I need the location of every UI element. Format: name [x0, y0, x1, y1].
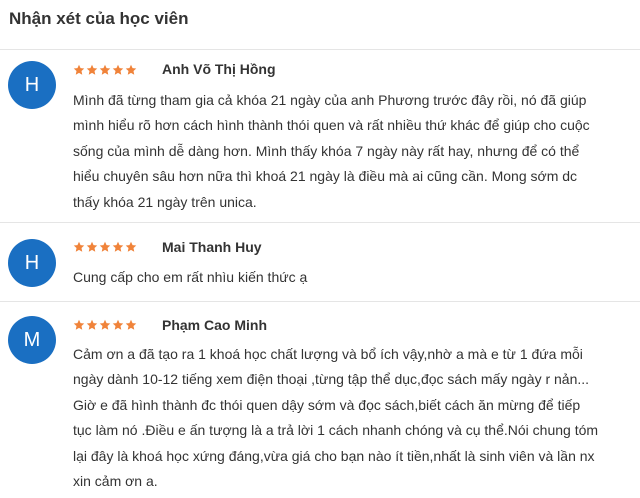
comment-line: lại đây là khoá học xứng đáng,vừa giá ch…	[73, 447, 595, 464]
review-divider	[0, 222, 640, 223]
comment-line: Cung cấp cho em rất nhìu kiến thức ạ	[73, 269, 308, 285]
avatar: M	[8, 316, 56, 364]
section-title: Nhận xét của học viên	[9, 9, 189, 28]
review-comment: Cảm ơn a đã tạo ra 1 khoá học chất lượng…	[73, 342, 613, 494]
star-icon	[86, 241, 98, 252]
comment-line: Cảm ơn a đã tạo ra 1 khoá học chất lượng…	[73, 346, 583, 362]
review-comment: Mình đã từng tham gia cả khóa 21 ngày củ…	[73, 88, 613, 215]
star-icon	[73, 241, 85, 252]
reviews-section: Nhận xét của học viên H Anh Võ Thị Hồng …	[0, 0, 640, 498]
star-icon	[86, 64, 98, 75]
star-icon	[112, 64, 124, 75]
star-icon	[99, 64, 111, 75]
star-icon	[73, 64, 85, 75]
review-comment: Cung cấp cho em rất nhìu kiến thức ạ	[73, 265, 613, 290]
star-icon	[112, 241, 124, 252]
comment-line: tục làm nó .Điều e ấn tượng là a trả lời…	[73, 422, 599, 439]
star-icon	[125, 319, 137, 330]
title-divider	[0, 49, 640, 50]
comment-line: xin cảm ơn a.	[73, 473, 158, 490]
review-divider	[0, 301, 640, 302]
star-icon	[99, 319, 111, 330]
star-icon	[86, 319, 98, 330]
star-icon	[125, 64, 137, 75]
comment-line: hiểu chuyên sâu hơn nữa thì khoá 21 ngày…	[73, 168, 578, 185]
reviewer-name: Phạm Cao Minh	[162, 317, 268, 333]
rating-stars	[73, 64, 137, 76]
star-icon	[73, 319, 85, 330]
comment-line: thấy khóa 21 ngày trên unica.	[73, 193, 257, 210]
comment-line: sống của mình dễ dàng hơn. Mình thấy khó…	[73, 142, 580, 159]
avatar: H	[8, 61, 56, 109]
avatar: H	[8, 239, 56, 287]
reviewer-name: Anh Võ Thị Hồng	[162, 61, 276, 77]
star-icon	[99, 241, 111, 252]
comment-line: Giờ e đã hình thành đc thói quen dậy sớm…	[73, 396, 581, 413]
comment-line: mình hiểu rõ hơn cách hình thành thói qu…	[73, 117, 590, 134]
star-icon	[112, 319, 124, 330]
reviewer-name: Mai Thanh Huy	[162, 239, 262, 255]
rating-stars	[73, 241, 137, 253]
comment-line: ngày dành 10-12 tiếng xem điện thoại ,từ…	[73, 371, 590, 388]
star-icon	[125, 241, 137, 252]
rating-stars	[73, 319, 137, 331]
comment-line: Mình đã từng tham gia cả khóa 21 ngày củ…	[73, 92, 587, 108]
